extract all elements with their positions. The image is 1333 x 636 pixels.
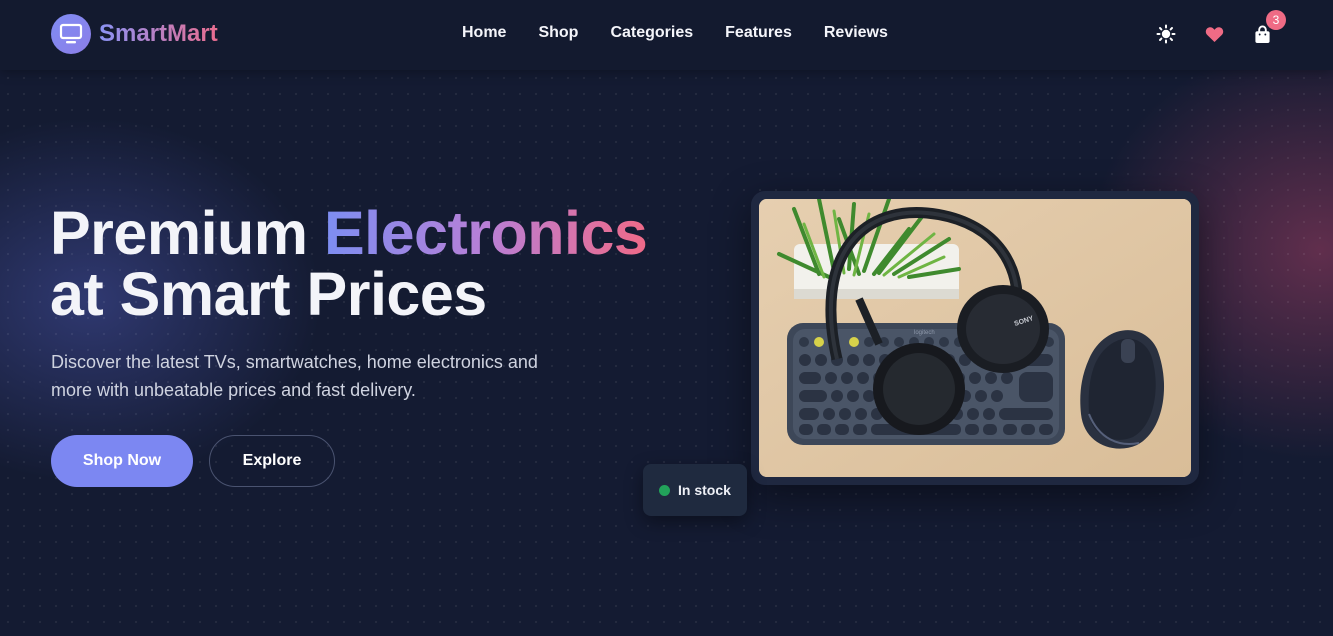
- brand-logo[interactable]: SmartMart: [51, 14, 218, 54]
- site-header: SmartMart Home Shop Categories Features …: [0, 0, 1333, 70]
- keyboard-brand-mark: logitech: [914, 330, 935, 336]
- hero-headline: Premium Electronics at Smart Prices: [50, 203, 648, 328]
- nav-home[interactable]: Home: [462, 24, 506, 42]
- cart-count-badge: 3: [1266, 10, 1286, 30]
- nav-reviews[interactable]: Reviews: [824, 24, 888, 42]
- hero-subtitle: Discover the latest TVs, smartwatches, h…: [51, 352, 538, 400]
- stock-status-badge: In stock: [643, 464, 747, 516]
- brand-name: SmartMart: [99, 20, 218, 47]
- explore-button[interactable]: Explore: [209, 435, 335, 487]
- nav-shop[interactable]: Shop: [538, 24, 578, 42]
- hero-product-photo: logitech SONY: [759, 199, 1191, 477]
- hero-image-frame: logitech SONY: [751, 191, 1199, 485]
- heart-icon[interactable]: [1203, 23, 1225, 45]
- status-dot-icon: [659, 484, 670, 496]
- monitor-icon: [51, 14, 91, 54]
- headline-accent: Electronics: [324, 199, 648, 267]
- main-nav: Home Shop Categories Features Reviews: [462, 24, 888, 42]
- nav-features[interactable]: Features: [725, 24, 792, 42]
- sun-icon[interactable]: [1155, 23, 1177, 45]
- shop-now-button[interactable]: Shop Now: [51, 435, 193, 487]
- headline-line2: at Smart Prices: [50, 260, 487, 328]
- nav-categories[interactable]: Categories: [610, 24, 693, 42]
- stock-status-label: In stock: [678, 482, 731, 498]
- headline-part1: Premium: [50, 199, 324, 267]
